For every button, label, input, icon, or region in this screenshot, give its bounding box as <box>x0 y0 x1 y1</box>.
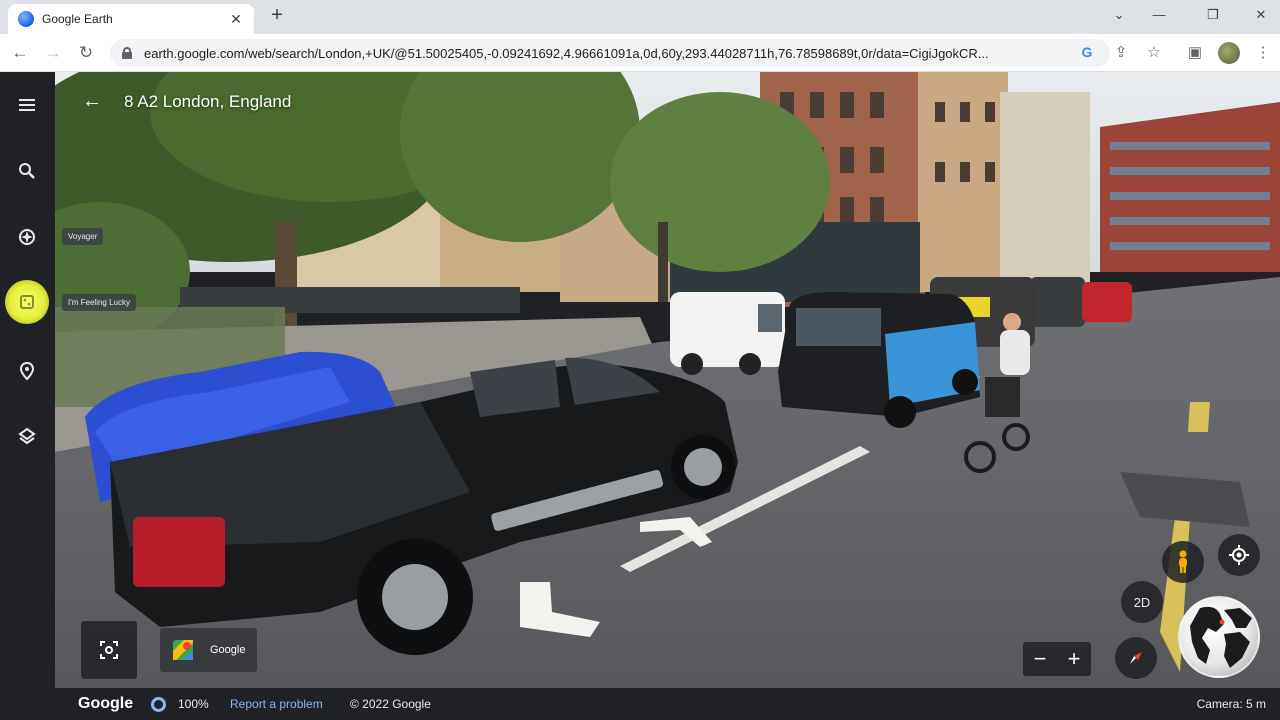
url-text: earth.google.com/web/search/London,+UK/@… <box>144 45 989 61</box>
share-icon[interactable]: ⇪ <box>1110 42 1132 64</box>
globe-favicon-icon <box>18 11 34 27</box>
loading-percent: 100% <box>178 697 209 711</box>
zoom-controls: − + <box>1023 642 1091 676</box>
zoom-out-button[interactable]: − <box>1034 646 1047 672</box>
voyager-tooltip: Voyager <box>62 228 104 245</box>
back-arrow-icon[interactable]: ← <box>7 40 33 66</box>
reload-icon[interactable]: ↻ <box>73 40 99 66</box>
capture-icon <box>100 641 118 659</box>
attribution-label: Google <box>210 644 246 656</box>
browser-tab-strip: Google Earth ✕ + ⌄ — ❐ ✕ <box>0 0 1280 34</box>
minimize-icon[interactable]: — <box>1146 4 1172 26</box>
street-view-viewport[interactable] <box>0 72 1280 688</box>
address-bar[interactable]: earth.google.com/web/search/London,+UK/@… <box>110 39 1110 67</box>
pegman-icon <box>1179 550 1187 573</box>
layers-icon[interactable] <box>10 419 44 453</box>
feeling-lucky-tooltip: I'm Feeling Lucky <box>62 294 136 311</box>
sidepanel-icon[interactable]: ▣ <box>1184 42 1206 64</box>
forward-arrow-icon[interactable]: → <box>40 40 66 66</box>
profile-avatar[interactable] <box>1218 42 1240 64</box>
earth-status-bar: Google 100% Report a problem © 2022 Goog… <box>0 688 1280 720</box>
menu-icon[interactable] <box>10 88 44 122</box>
pegman-button[interactable] <box>1162 541 1204 583</box>
google-logo: Google <box>78 695 134 712</box>
back-arrow-icon[interactable]: ← <box>80 90 104 114</box>
camera-altitude: Camera: 5 m <box>1196 697 1266 711</box>
voyager-icon[interactable] <box>10 220 44 254</box>
feeling-lucky-icon[interactable] <box>5 280 49 324</box>
browser-toolbar: ← → ↻ earth.google.com/web/search/London… <box>0 34 1280 72</box>
tab-search-icon[interactable]: ⌄ <box>1106 4 1132 26</box>
maximize-icon[interactable]: ❐ <box>1200 4 1226 26</box>
close-window-icon[interactable]: ✕ <box>1248 4 1274 26</box>
compass-button[interactable] <box>1115 637 1157 679</box>
my-location-button[interactable] <box>1218 534 1260 576</box>
earth-sidebar <box>0 72 55 688</box>
lock-icon[interactable] <box>122 47 132 59</box>
globe-navigator[interactable] <box>1178 596 1260 678</box>
browser-tab[interactable]: Google Earth ✕ <box>8 4 254 34</box>
place-title: 8 A2 London, England <box>124 92 292 111</box>
loading-ring-icon <box>151 697 166 712</box>
search-icon[interactable] <box>10 154 44 188</box>
report-problem-link[interactable]: Report a problem <box>230 697 323 711</box>
copyright-text: © 2022 Google <box>350 697 431 711</box>
more-menu-icon[interactable]: ⋮ <box>1252 42 1274 64</box>
place-header: ← 8 A2 London, England <box>80 90 291 114</box>
street-view-image <box>0 72 1280 688</box>
crosshair-icon <box>1229 545 1249 565</box>
google-maps-icon <box>173 640 193 660</box>
zoom-in-button[interactable]: + <box>1068 646 1081 672</box>
tab-title: Google Earth <box>42 12 113 26</box>
imagery-attribution: Google <box>160 628 258 672</box>
google-g-icon[interactable]: G <box>1077 42 1097 62</box>
projects-pin-icon[interactable] <box>10 354 44 388</box>
star-icon[interactable]: ☆ <box>1143 42 1165 64</box>
new-tab-button[interactable]: + <box>266 5 288 27</box>
toggle-2d-button[interactable]: 2D <box>1121 581 1163 623</box>
compass-icon <box>1130 652 1142 664</box>
photo-capture-button[interactable] <box>81 621 137 679</box>
close-tab-icon[interactable]: ✕ <box>228 11 244 28</box>
